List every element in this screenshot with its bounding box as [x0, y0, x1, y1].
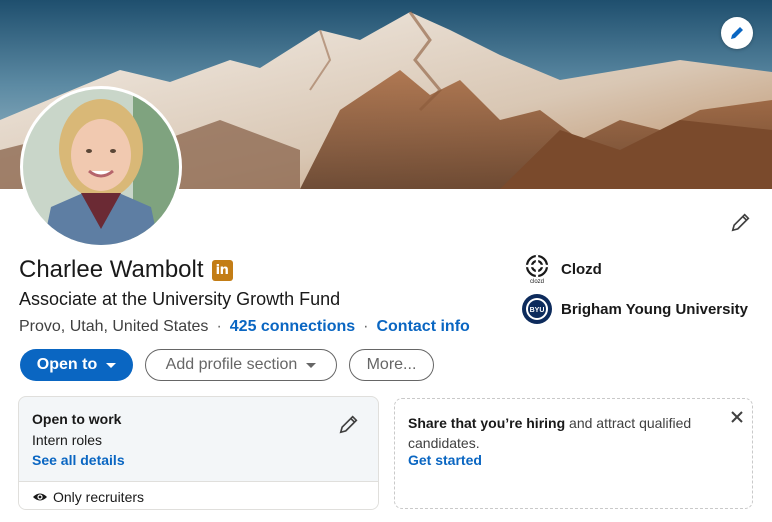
see-all-details-link[interactable]: See all details [32, 452, 125, 468]
linkedin-premium-badge-icon[interactable]: in [211, 259, 233, 281]
pencil-icon [731, 27, 743, 39]
byu-logo-icon: BYU [521, 293, 553, 325]
close-icon [731, 411, 743, 423]
org-item-byu[interactable]: BYU Brigham Young University [521, 293, 748, 325]
profile-location: Provo, Utah, United States [19, 318, 209, 335]
eye-icon [33, 493, 47, 500]
hiring-text-bold: Share that you’re hiring [408, 415, 566, 431]
profile-name: Charlee Wambolt [19, 256, 204, 283]
visibility-footer: Only recruiters [19, 481, 378, 509]
profile-meta: Provo, Utah, United States · 425 connectio… [19, 318, 470, 336]
caret-down-icon [106, 362, 117, 368]
open-to-work-title: Open to work [32, 411, 122, 427]
svg-text:BYU: BYU [530, 307, 545, 314]
close-button[interactable] [725, 405, 749, 429]
connections-link[interactable]: 425 connections [230, 318, 355, 335]
org-label: Clozd [561, 260, 602, 278]
open-to-button[interactable]: Open to [20, 349, 133, 381]
pencil-icon [731, 213, 750, 232]
contact-info-link[interactable]: Contact info [376, 318, 469, 335]
intro-edit-button[interactable] [727, 208, 755, 236]
profile-photo[interactable] [20, 86, 182, 248]
get-started-link[interactable]: Get started [408, 452, 482, 468]
open-to-work-card: Open to work Intern roles See all detail… [18, 396, 379, 510]
org-item-clozd[interactable]: clozd Clozd [521, 253, 748, 285]
add-profile-section-button[interactable]: Add profile section [145, 349, 337, 381]
open-to-work-edit-button[interactable] [338, 413, 362, 437]
org-label: Brigham Young University [561, 300, 748, 318]
separator: · [216, 318, 222, 335]
pencil-icon [339, 415, 358, 434]
svg-text:clozd: clozd [530, 279, 544, 284]
avatar-image [23, 89, 179, 245]
open-to-label: Open to [36, 356, 98, 373]
caret-down-icon [306, 362, 317, 368]
clozd-logo-icon: clozd [521, 253, 553, 285]
visibility-label: Only recruiters [53, 488, 145, 505]
more-label: More... [366, 356, 417, 373]
profile-orgs: clozd Clozd BYU Brigham Young University [521, 253, 748, 333]
name-row: Charlee Wambolt in [19, 255, 233, 285]
more-button[interactable]: More... [349, 349, 434, 381]
profile-actions: Open to Add profile section More... [20, 349, 446, 381]
hiring-text: Share that you’re hiring and attract qua… [408, 413, 708, 453]
separator: · [363, 318, 369, 335]
open-to-work-roles: Intern roles [32, 432, 103, 448]
profile-headline: Associate at the University Growth Fund [19, 289, 341, 309]
add-section-label: Add profile section [165, 356, 298, 373]
banner-edit-button[interactable] [721, 17, 753, 49]
hiring-card: Share that you’re hiring and attract qua… [394, 398, 753, 509]
